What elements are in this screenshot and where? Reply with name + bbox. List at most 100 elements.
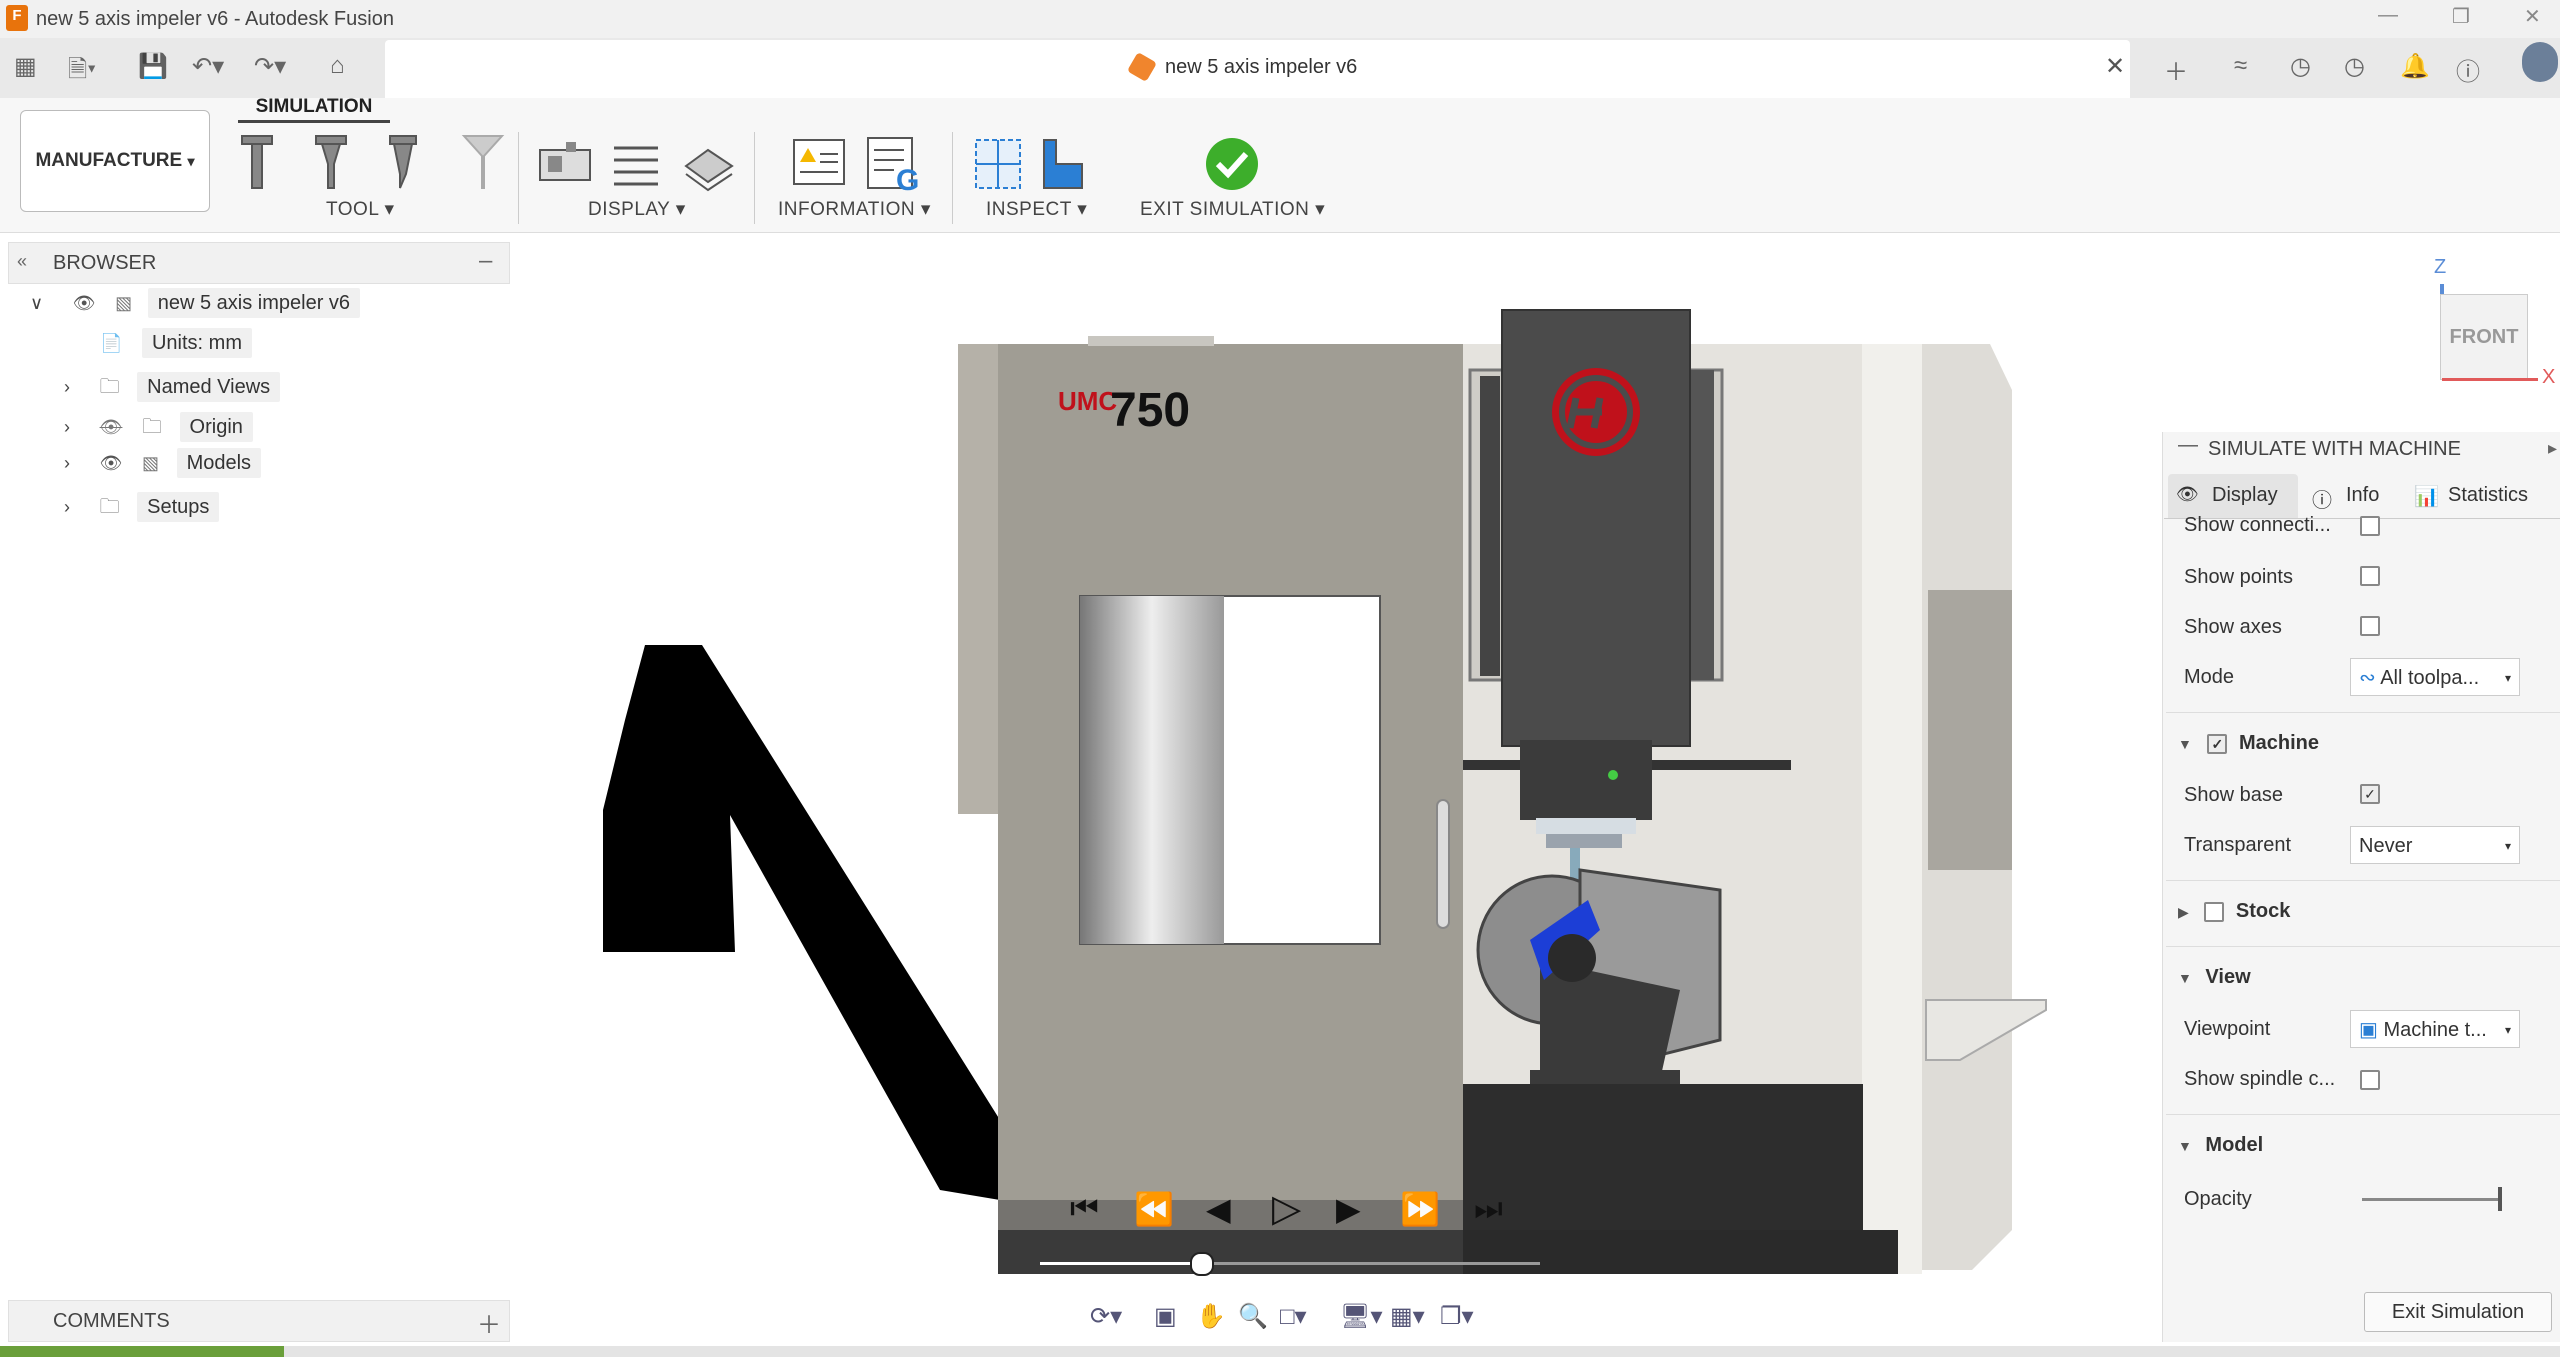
group-information[interactable]: INFORMATION ▾ (778, 198, 931, 221)
look-at-icon[interactable]: ▣ (1154, 1302, 1177, 1331)
group-exit-simulation[interactable]: EXIT SIMULATION ▾ (1140, 198, 1325, 221)
expand-panel-icon[interactable]: ▸ (2548, 438, 2557, 459)
previous-operation-button[interactable]: ⏪ (1134, 1190, 1174, 1228)
job-status-icon[interactable]: ◷ (2290, 52, 2311, 81)
chevron-right-icon[interactable]: › (64, 497, 70, 517)
close-tab-icon[interactable]: ✕ (2105, 52, 2125, 81)
step-forward-button[interactable]: ▶ (1336, 1190, 1361, 1228)
section-stock[interactable]: ▶ Stock (2178, 900, 2290, 923)
save-icon[interactable]: 💾 (138, 52, 168, 81)
tool-icons[interactable] (236, 134, 526, 196)
title-bar: F new 5 axis impeler v6 - Autodesk Fusio… (0, 0, 2560, 38)
show-base-checkbox[interactable]: ✓ (2360, 784, 2380, 804)
undo-icon[interactable]: ↶▾ (192, 52, 224, 81)
opacity-slider[interactable] (2362, 1187, 2502, 1211)
add-comment-icon[interactable]: ＋ (477, 1305, 501, 1340)
exit-simulation-icon[interactable] (1204, 136, 1260, 192)
collapse-view-icon[interactable]: ▼ (2178, 970, 2192, 986)
browser-item-setups[interactable]: › 🗀 Setups (64, 492, 220, 528)
display-icons[interactable] (536, 136, 736, 192)
browser-item-named-views[interactable]: › 🗀 Named Views (64, 372, 281, 408)
file-menu-icon[interactable]: 🗎▾ (68, 52, 96, 93)
transparent-select[interactable]: Never ▾ (2350, 826, 2520, 864)
help-icon[interactable]: ⓘ (2456, 52, 2480, 87)
viewcube-front[interactable]: FRONT (2440, 294, 2528, 380)
playback-slider-track[interactable] (1040, 1252, 1540, 1276)
group-inspect[interactable]: INSPECT ▾ (986, 198, 1087, 221)
eye-hidden-icon[interactable]: 👁 (100, 417, 123, 437)
show-axes-checkbox[interactable] (2360, 616, 2380, 636)
new-tab-icon[interactable]: ＋ (2164, 52, 2188, 87)
grid-icon[interactable]: ▦▾ (1390, 1302, 1425, 1331)
timeline[interactable] (0, 1346, 2560, 1357)
show-points-checkbox[interactable] (2360, 566, 2380, 586)
section-view[interactable]: ▼ View (2178, 966, 2251, 989)
show-spindle-checkbox[interactable] (2360, 1070, 2380, 1090)
browser-root[interactable]: ∨ 👁 ▧ new 5 axis impeler v6 (30, 288, 361, 328)
go-to-end-button[interactable]: ⏭ (1474, 1190, 1503, 1228)
workspace-selector[interactable]: MANUFACTURE ▾ (20, 110, 210, 212)
tab-info[interactable]: ⓘ Info (2308, 474, 2398, 518)
apps-grid-icon[interactable]: ▦ (14, 52, 37, 81)
browser-item-label: Origin (179, 412, 253, 442)
information-icons[interactable]: G (790, 134, 930, 196)
viewpoint-select[interactable]: ▣ Machine t... ▾ (2350, 1010, 2520, 1048)
browser-item-models[interactable]: › 👁 ▧ Models (64, 448, 262, 488)
tab-statistics-label: Statistics (2448, 484, 2529, 506)
tab-statistics[interactable]: 📊 Statistics (2410, 474, 2560, 518)
extensions-icon[interactable]: ≈ (2234, 52, 2247, 80)
step-back-button[interactable]: ◀ (1206, 1190, 1231, 1228)
expand-stock-icon[interactable]: ▶ (2178, 904, 2189, 920)
chevron-right-icon[interactable]: › (64, 417, 70, 437)
minimize-button[interactable]: — (2378, 4, 2398, 27)
tab-simulation[interactable]: SIMULATION (238, 96, 390, 123)
document-tab[interactable]: new 5 axis impeler v6 ✕ (385, 40, 2130, 98)
pan-icon[interactable]: ✋ (1196, 1302, 1226, 1331)
close-window-button[interactable]: ✕ (2524, 4, 2541, 29)
tab-display[interactable]: 👁 Display (2168, 474, 2298, 518)
minimize-browser-icon[interactable]: – (479, 247, 492, 275)
restore-button[interactable]: ❐ (2452, 4, 2470, 29)
chevron-right-icon[interactable]: › (64, 377, 70, 397)
redo-icon[interactable]: ↷▾ (254, 52, 286, 81)
browser-item-units[interactable]: 📄 Units: mm (100, 328, 252, 368)
group-display[interactable]: DISPLAY ▾ (588, 198, 686, 221)
display-settings-icon[interactable]: 🖥▾ (1340, 1302, 1383, 1331)
collapse-browser-icon[interactable]: « (17, 251, 27, 272)
eye-icon[interactable]: 👁 (100, 453, 123, 473)
chevron-down-icon[interactable]: ∨ (30, 293, 43, 313)
zoom-icon[interactable]: 🔍 (1238, 1302, 1268, 1331)
trunnion-hub (1548, 934, 1596, 982)
group-tool[interactable]: TOOL ▾ (326, 198, 395, 221)
inspect-icons[interactable] (972, 134, 1112, 196)
opacity-slider-handle[interactable] (2498, 1187, 2502, 1211)
next-operation-button[interactable]: ⏩ (1400, 1190, 1440, 1228)
collapse-model-icon[interactable]: ▼ (2178, 1138, 2192, 1154)
machine-checkbox[interactable]: ✓ (2207, 733, 2228, 754)
collapse-panel-icon[interactable]: — (2178, 434, 2198, 457)
folder-icon: 🗀 (99, 376, 120, 398)
viewports-icon[interactable]: ❐▾ (1440, 1302, 1474, 1331)
section-machine[interactable]: ▼ ✓ Machine (2178, 732, 2319, 755)
mode-select[interactable]: ∾ All toolpa... ▾ (2350, 658, 2520, 696)
home-icon[interactable]: ⌂ (330, 52, 345, 80)
3d-viewport[interactable]: UMC 750 (510, 232, 2160, 1302)
mode-label: Mode (2184, 666, 2235, 688)
section-model[interactable]: ▼ Model (2178, 1134, 2263, 1157)
eye-icon[interactable]: 👁 (73, 293, 96, 313)
stock-checkbox[interactable] (2204, 901, 2225, 922)
collapse-machine-icon[interactable]: ▼ (2178, 736, 2192, 752)
show-connections-checkbox[interactable] (2360, 516, 2380, 536)
go-to-start-button[interactable]: ⏮ (1070, 1190, 1099, 1228)
exit-simulation-button[interactable]: Exit Simulation (2364, 1292, 2552, 1332)
fit-icon[interactable]: □▾ (1280, 1302, 1307, 1331)
playback-slider-handle[interactable] (1190, 1252, 1214, 1276)
avatar[interactable] (2522, 42, 2558, 82)
notifications-icon[interactable]: 🔔 (2400, 52, 2430, 81)
orbit-icon[interactable]: ⟳▾ (1090, 1302, 1122, 1331)
chevron-right-icon[interactable]: › (64, 453, 70, 473)
browser-item-origin[interactable]: › 👁 🗀 Origin (64, 412, 253, 448)
history-icon[interactable]: ◷ (2344, 52, 2365, 81)
play-button[interactable]: ▷ (1272, 1186, 1301, 1231)
top-rail (1088, 336, 1214, 346)
